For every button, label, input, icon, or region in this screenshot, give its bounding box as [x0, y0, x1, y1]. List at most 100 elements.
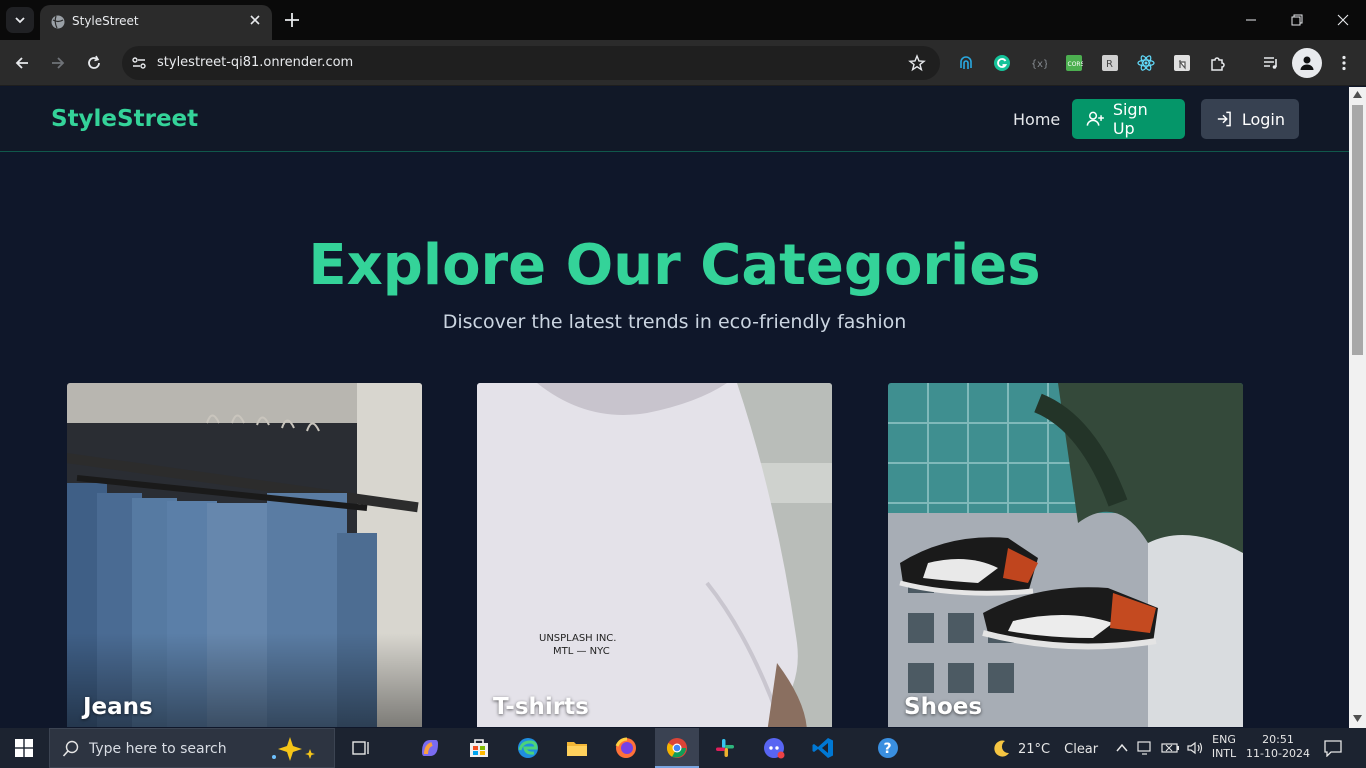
- person-icon: [1300, 56, 1314, 70]
- profile-avatar[interactable]: [1292, 48, 1322, 78]
- discord-icon[interactable]: [759, 733, 789, 763]
- svg-text:CORS: CORS: [1068, 61, 1084, 68]
- shoes-image: [888, 383, 1243, 727]
- close-icon[interactable]: [248, 13, 262, 27]
- chrome-icon[interactable]: [662, 733, 692, 763]
- arrow-left-icon: [15, 57, 28, 69]
- page-viewport: StyleStreet Home Sign Up Login Explore O…: [0, 87, 1349, 727]
- edge-browser-icon[interactable]: [513, 733, 543, 763]
- extension-hand-icon[interactable]: [1171, 52, 1193, 74]
- category-card-jeans[interactable]: Jeans: [67, 383, 422, 727]
- browser-toolbar: stylestreet-qi81.onrender.com {x} CORS R: [0, 40, 1366, 86]
- category-card-shoes[interactable]: Shoes: [888, 383, 1243, 727]
- extensions-puzzle-icon[interactable]: [1207, 52, 1229, 74]
- category-card-tshirts[interactable]: UNSPLASH INC. MTL — NYC T-shirts: [477, 383, 832, 727]
- weather-temp: 21°C: [1018, 741, 1051, 757]
- scrollbar-thumb[interactable]: [1352, 105, 1363, 355]
- task-view-icon[interactable]: [346, 733, 376, 763]
- weather-widget[interactable]: 21°C Clear: [990, 738, 1098, 760]
- site-settings-icon[interactable]: [130, 54, 148, 72]
- tshirt-image: UNSPLASH INC. MTL — NYC: [477, 383, 832, 727]
- svg-text:?: ?: [884, 741, 892, 757]
- url-text: stylestreet-qi81.onrender.com: [157, 55, 354, 70]
- chevron-up-icon[interactable]: [1116, 743, 1128, 753]
- category-label: Shoes: [904, 694, 983, 720]
- signup-button[interactable]: Sign Up: [1072, 99, 1185, 139]
- battery-icon[interactable]: [1161, 740, 1181, 756]
- clock-date: 11-10-2024: [1246, 747, 1310, 760]
- grammarly-icon[interactable]: [991, 52, 1013, 74]
- microsoft-store-icon[interactable]: [464, 733, 494, 763]
- page-subtitle: Discover the latest trends in eco-friend…: [442, 311, 907, 333]
- extension-code-icon[interactable]: {x}: [1027, 52, 1049, 74]
- language-indicator[interactable]: ENG INTL: [1210, 733, 1238, 761]
- scroll-down-icon[interactable]: [1353, 715, 1362, 722]
- category-label: Jeans: [83, 694, 153, 720]
- chevron-down-icon: [15, 17, 25, 24]
- shirt-print-line-2: MTL — NYC: [553, 646, 610, 657]
- vscode-icon[interactable]: [808, 733, 838, 763]
- react-devtools-icon[interactable]: [1135, 52, 1157, 74]
- restore-button[interactable]: [1274, 0, 1320, 40]
- browser-tab[interactable]: StyleStreet: [40, 5, 272, 40]
- login-icon: [1217, 111, 1231, 127]
- forward-button[interactable]: [46, 51, 70, 75]
- windows-logo-icon: [15, 739, 33, 757]
- network-icon[interactable]: [1137, 740, 1155, 756]
- arrow-right-icon: [52, 57, 65, 69]
- reload-button[interactable]: [82, 51, 106, 75]
- file-explorer-icon[interactable]: [562, 733, 592, 763]
- search-icon: [62, 740, 79, 757]
- weather-desc: Clear: [1064, 741, 1099, 757]
- jeans-image: [67, 383, 422, 727]
- svg-text:{x}: {x}: [1031, 59, 1047, 70]
- extension-r-icon[interactable]: R: [1099, 52, 1121, 74]
- lang-line-2: INTL: [1211, 747, 1237, 760]
- browser-tab-bar: StyleStreet: [0, 0, 1366, 40]
- copilot-app-icon[interactable]: [415, 733, 445, 763]
- new-tab-icon[interactable]: [282, 10, 302, 30]
- reload-icon: [88, 55, 100, 69]
- taskbar-search[interactable]: Type here to search: [49, 728, 335, 768]
- extension-fingerprint-icon[interactable]: [955, 52, 977, 74]
- lang-line-1: ENG: [1212, 733, 1236, 746]
- cors-extension-icon[interactable]: CORS: [1063, 52, 1085, 74]
- volume-icon[interactable]: [1186, 740, 1204, 756]
- media-controls-icon[interactable]: [1260, 52, 1282, 74]
- restore-icon: [1291, 14, 1303, 26]
- signup-label: Sign Up: [1112, 100, 1148, 138]
- globe-icon: [51, 15, 65, 29]
- browser-menu-icon[interactable]: [1333, 52, 1355, 74]
- start-button[interactable]: [0, 728, 48, 768]
- brand-logo[interactable]: StyleStreet: [51, 106, 198, 132]
- shirt-print-line-1: UNSPLASH INC.: [539, 633, 616, 644]
- close-icon: [1337, 14, 1349, 26]
- login-button[interactable]: Login: [1201, 99, 1299, 139]
- tab-title: StyleStreet: [72, 14, 139, 28]
- user-plus-icon: [1086, 111, 1104, 126]
- clock-time: 20:51: [1262, 733, 1294, 746]
- nav-home-link[interactable]: Home: [1013, 110, 1060, 129]
- firefox-icon[interactable]: [611, 733, 641, 763]
- site-navbar: StyleStreet Home Sign Up Login: [0, 87, 1349, 152]
- search-placeholder: Type here to search: [89, 741, 227, 757]
- windows-taskbar: Type here to search ? 21°C Clear ENG INT…: [0, 728, 1366, 768]
- back-button[interactable]: [10, 51, 34, 75]
- page-title: Explore Our Categories: [308, 233, 1041, 298]
- close-window-button[interactable]: [1320, 0, 1366, 40]
- bookmark-star-icon[interactable]: [908, 54, 926, 72]
- clock[interactable]: 20:51 11-10-2024: [1245, 733, 1311, 761]
- page-scrollbar[interactable]: [1349, 87, 1366, 728]
- moon-icon: [994, 740, 1009, 757]
- notifications-icon[interactable]: [1323, 739, 1343, 757]
- address-bar[interactable]: stylestreet-qi81.onrender.com: [122, 46, 940, 80]
- svg-text:R: R: [1106, 59, 1113, 70]
- login-label: Login: [1241, 109, 1285, 129]
- help-icon[interactable]: ?: [873, 733, 903, 763]
- category-label: T-shirts: [493, 694, 589, 720]
- scroll-up-icon[interactable]: [1353, 91, 1362, 98]
- minimize-button[interactable]: [1228, 0, 1274, 40]
- tab-search-button[interactable]: [6, 7, 34, 33]
- slack-icon[interactable]: [710, 733, 740, 763]
- copilot-sparkle-icon: [272, 737, 315, 761]
